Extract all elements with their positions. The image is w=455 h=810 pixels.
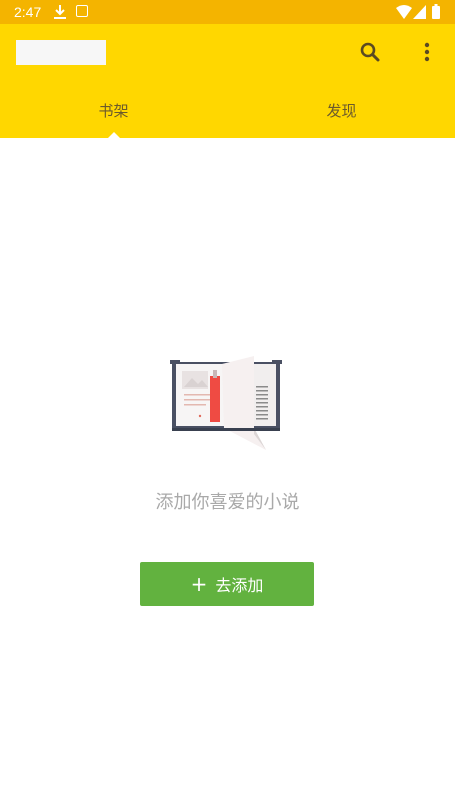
app-bar: 书架 发现 <box>0 24 455 138</box>
plus-icon: + <box>190 572 208 596</box>
more-vert-icon <box>424 42 430 62</box>
tab-bookshelf-label: 书架 <box>98 101 129 120</box>
search-icon <box>360 42 380 62</box>
search-button[interactable] <box>356 38 384 66</box>
add-novel-button[interactable]: + 去添加 <box>140 562 314 606</box>
tab-discover[interactable]: 发现 <box>228 86 455 134</box>
app-title-placeholder <box>16 40 106 65</box>
wifi-icon <box>396 5 412 19</box>
more-options-button[interactable] <box>413 38 441 66</box>
signal-icon <box>413 5 426 19</box>
download-icon <box>54 5 66 19</box>
status-time: 2:47 <box>14 4 42 20</box>
status-bar: 2:47 <box>0 0 455 24</box>
battery-icon <box>432 4 440 19</box>
empty-state-message: 添加你喜爱的小说 <box>155 492 300 513</box>
tab-indicator <box>108 132 120 138</box>
tab-discover-label: 发现 <box>326 101 357 120</box>
open-book-icon <box>170 356 282 450</box>
add-button-label: 去添加 <box>215 576 264 595</box>
app-notification-icon <box>76 5 88 17</box>
tab-bookshelf[interactable]: 书架 <box>0 86 227 134</box>
